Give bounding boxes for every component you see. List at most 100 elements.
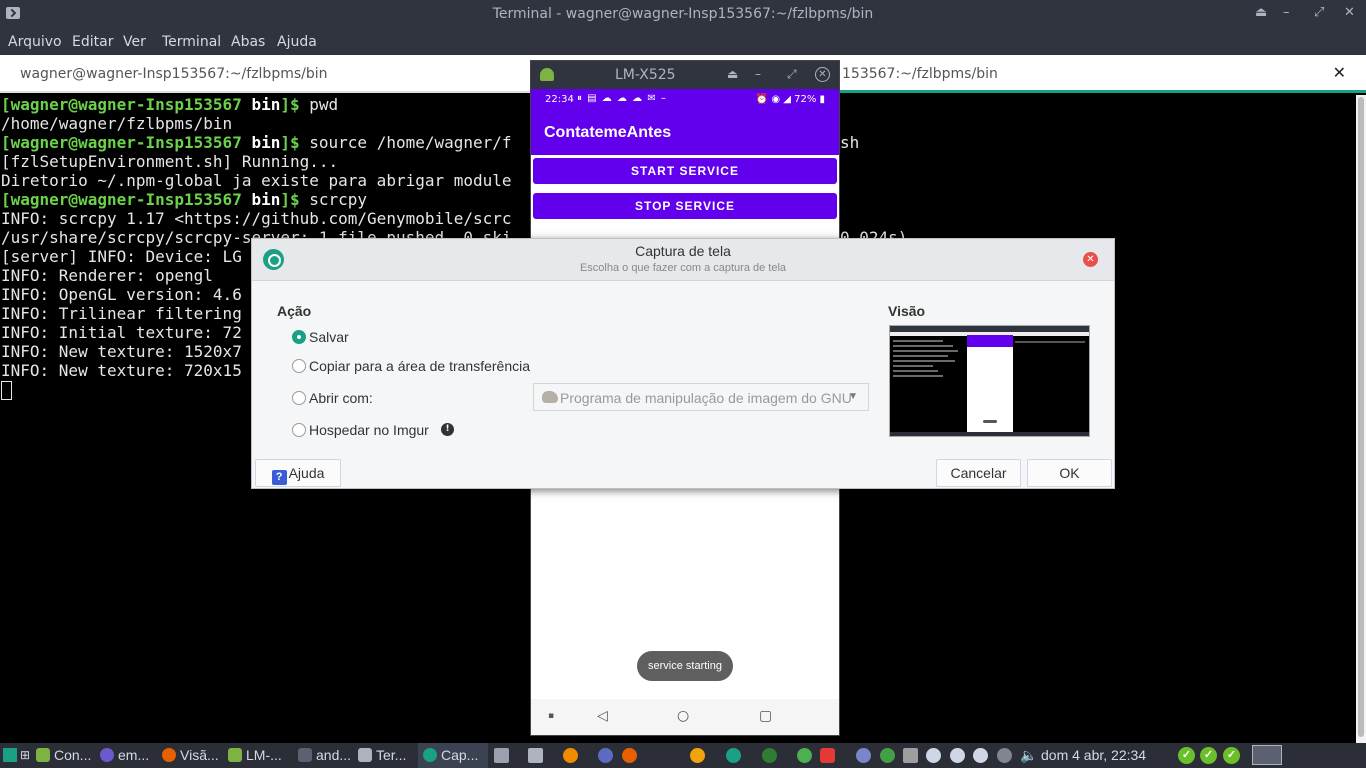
option-imgur-label[interactable]: Hospedar no Imgur: [309, 422, 429, 438]
taskbar-item-cap[interactable]: Cap...: [423, 747, 478, 763]
dialog-subtitle: Escolha o que fazer com a captura de tel…: [579, 262, 787, 274]
taskbar-item-and[interactable]: and...: [298, 747, 351, 763]
wifi-icon[interactable]: [950, 748, 965, 763]
menu-ajuda[interactable]: Ajuda: [277, 34, 317, 50]
check-icon[interactable]: ✓: [1223, 747, 1240, 764]
open-with-app-select[interactable]: Programa de manipulação de imagem do GNU…: [533, 383, 869, 411]
home-icon[interactable]: ○: [677, 708, 689, 724]
menu-terminal[interactable]: Terminal: [162, 34, 221, 50]
taskbar-item-lm[interactable]: LM-...: [228, 747, 282, 763]
prompt-user: [wagner@wagner-Insp153567: [1, 190, 242, 209]
info-icon[interactable]: !: [441, 423, 454, 436]
output-line: INFO: New texture: 720x15: [1, 361, 242, 380]
minimize-button[interactable]: –: [755, 67, 761, 81]
close-button[interactable]: ✕: [815, 67, 830, 82]
chevron-down-icon: ▼: [848, 391, 858, 402]
close-button[interactable]: ✕: [1344, 5, 1355, 20]
option-copy-label[interactable]: Copiar para a área de transferência: [309, 358, 530, 374]
radio-copy[interactable]: [292, 359, 306, 373]
muted-icon[interactable]: [997, 748, 1012, 763]
output-line: [fzlSetupEnvironment.sh] Running...: [1, 152, 339, 171]
ok-button[interactable]: OK: [1027, 459, 1112, 487]
gimp-icon: [542, 391, 558, 403]
shield-icon[interactable]: [973, 748, 988, 763]
vlc-icon[interactable]: [563, 748, 578, 763]
apps-menu-icon[interactable]: [3, 748, 17, 762]
shade-icon[interactable]: ⏏: [727, 67, 738, 81]
prompt-end: ]$: [280, 190, 310, 209]
maximize-button[interactable]: ⤢: [787, 67, 797, 82]
emacs-launcher-icon[interactable]: [598, 748, 613, 763]
open-with-app-value: Programa de manipulação de imagem do GNU: [560, 390, 852, 406]
volume-icon[interactable]: 🔈: [1020, 747, 1037, 764]
prompt-dir: bin: [241, 133, 281, 152]
taskbar-item-con[interactable]: Con...: [36, 747, 91, 763]
tab-1[interactable]: wagner@wagner-Insp153567:~/fzlbpms/bin: [20, 66, 328, 82]
grid-icon[interactable]: ⊞: [20, 748, 30, 762]
scrollbar-thumb[interactable]: [1358, 97, 1364, 737]
cancel-button[interactable]: Cancelar: [936, 459, 1021, 487]
output-line: INFO: Initial texture: 72: [1, 323, 242, 342]
prompt-end: ]$: [280, 95, 310, 114]
app-title: ContatemeAntes: [544, 124, 672, 141]
android-tray-icon[interactable]: [797, 748, 812, 763]
prompt-user: [wagner@wagner-Insp153567: [1, 133, 242, 152]
prompt-dir: bin: [241, 190, 281, 209]
output-line: Diretorio ~/.npm-global ja existe para a…: [1, 171, 512, 190]
screenshot-launcher-icon[interactable]: [726, 748, 741, 763]
help-button[interactable]: ? Ajuda: [255, 459, 341, 487]
attach-icon[interactable]: [926, 748, 941, 763]
menu-editar[interactable]: Editar: [72, 34, 113, 50]
option-open-with-label[interactable]: Abrir com:: [309, 390, 373, 406]
taskbar-item-ter[interactable]: Ter...: [358, 747, 406, 763]
grammarly-icon[interactable]: [880, 748, 895, 763]
output-line: INFO: scrcpy 1.17 <https://github.com/Ge…: [1, 209, 512, 228]
output-line: /home/wagner/fzlbpms/bin: [1, 114, 233, 133]
terminal-launcher-icon[interactable]: [528, 748, 543, 763]
check-icon[interactable]: ✓: [1200, 747, 1217, 764]
notes-icon[interactable]: [494, 748, 509, 763]
screenshot-preview: [889, 325, 1090, 437]
radio-imgur[interactable]: [292, 423, 306, 437]
dialog-header: Captura de tela Escolha o que fazer com …: [252, 239, 1114, 281]
start-service-button[interactable]: START SERVICE: [533, 158, 837, 184]
radio-save[interactable]: [292, 330, 306, 344]
option-save-label[interactable]: Salvar: [309, 329, 349, 345]
nav-extra-icon[interactable]: ▪: [548, 711, 554, 721]
android-nav-bar: ▪ ◁ ○ ▢: [531, 699, 839, 735]
clock[interactable]: dom 4 abr, 22:34: [1041, 747, 1146, 763]
taskbar-item-em[interactable]: em...: [100, 747, 149, 763]
android-icon: [540, 68, 554, 81]
taskbar-item-label: and...: [316, 747, 352, 763]
bluetooth-icon[interactable]: [856, 748, 871, 763]
clipboard-icon[interactable]: [903, 748, 918, 763]
firefox-icon: [162, 748, 176, 762]
screenshot-dialog: Captura de tela Escolha o que fazer com …: [251, 238, 1115, 489]
tab-close-icon[interactable]: ✕: [1333, 63, 1346, 82]
output-line: INFO: New texture: 1520x7: [1, 342, 242, 361]
tray-app-icon[interactable]: [762, 748, 777, 763]
blender-icon[interactable]: [690, 748, 705, 763]
menu-ver[interactable]: Ver: [123, 34, 146, 50]
taskbar: ⊞ Con... em... Visã... LM-... and... Ter…: [0, 743, 1366, 768]
maximize-button[interactable]: ⤢: [1314, 5, 1324, 20]
radio-open-with[interactable]: [292, 391, 306, 405]
recents-icon[interactable]: ▢: [759, 708, 772, 724]
tab-2[interactable]: 153567:~/fzlbpms/bin: [842, 66, 998, 82]
firefox-launcher-icon[interactable]: [622, 748, 637, 763]
close-icon[interactable]: ✕: [1083, 252, 1098, 267]
menu-abas[interactable]: Abas: [231, 34, 265, 50]
taskbar-item-visao[interactable]: Visã...: [162, 747, 219, 763]
check-icon[interactable]: ✓: [1178, 747, 1195, 764]
command-text-tail: sh: [840, 133, 860, 152]
menu-arquivo[interactable]: Arquivo: [8, 34, 62, 50]
shade-icon[interactable]: ⏏: [1255, 5, 1267, 20]
minimize-button[interactable]: –: [1283, 5, 1290, 20]
terminal-scrollbar[interactable]: [1356, 95, 1366, 743]
terminal-cursor: [1, 381, 12, 400]
back-icon[interactable]: ◁: [597, 708, 608, 724]
stop-service-button[interactable]: STOP SERVICE: [533, 193, 837, 219]
app-tray-icon[interactable]: [820, 748, 835, 763]
taskbar-item-label: em...: [118, 747, 150, 763]
workspace-switcher[interactable]: [1252, 745, 1282, 765]
